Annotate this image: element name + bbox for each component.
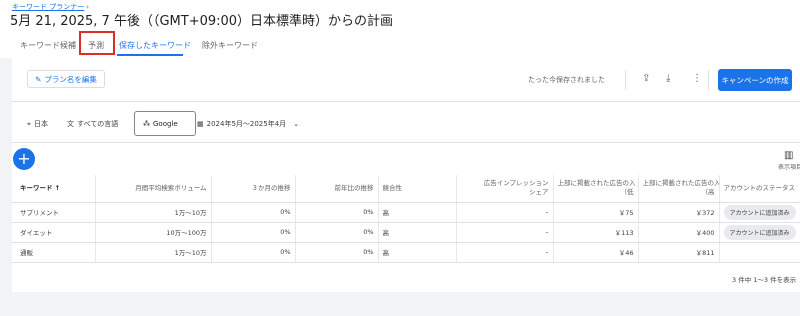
translate-icon: 文 xyxy=(67,120,74,128)
divider xyxy=(625,70,626,90)
column-header-bid-low[interactable]: 上部に掲載された広告の入 （低 xyxy=(553,175,639,203)
tab-negative-keywords[interactable]: 除外キーワード xyxy=(202,40,258,51)
columns-icon[interactable]: ▥ xyxy=(784,150,793,161)
bid-high-cell: ￥400 xyxy=(638,222,720,243)
download-icon[interactable]: ⤓ xyxy=(666,74,670,84)
status-cell: アカウントに追加済み xyxy=(719,202,800,223)
table-row[interactable]: 通販 1万～10万 0% 0% 高 – ￥46 ￥811 xyxy=(12,242,800,263)
column-header-competition[interactable]: 競合性 xyxy=(378,175,457,203)
competition-cell: 高 xyxy=(378,222,457,243)
tab-keyword-ideas[interactable]: キーワード候補 xyxy=(20,40,76,51)
keyword-cell: 通販 xyxy=(12,242,96,263)
status-badge: アカウントに追加済み xyxy=(723,224,796,240)
edit-plan-name-button[interactable]: ✎ プラン名を編集 xyxy=(27,70,105,88)
page-title: 5月 21, 2025, 7 午後（（GMT+09:00）日本標準時）からの計画 xyxy=(10,14,394,29)
column-header-bid-high[interactable]: 上部に掲載された広告の入 （高 xyxy=(638,175,720,203)
volume-cell: 1万～10万 xyxy=(95,242,212,263)
divider xyxy=(12,142,800,143)
tab-saved-keywords[interactable]: 保存したキーワード xyxy=(119,40,191,51)
bid-low-cell: ￥75 xyxy=(553,202,639,223)
column-header-status[interactable]: アカウントのステータス xyxy=(719,175,800,203)
bid-low-cell: ￥113 xyxy=(553,222,639,243)
competition-cell: 高 xyxy=(378,202,457,223)
three-month-cell: 0% xyxy=(211,222,296,243)
column-header-impression-share[interactable]: 広告インプレッション シェア xyxy=(456,175,554,203)
yoy-cell: 0% xyxy=(295,202,379,223)
save-status: たった今保存されました xyxy=(528,76,605,84)
impression-share-cell: – xyxy=(456,202,554,223)
sort-arrow-up-icon: ↑ xyxy=(54,183,61,192)
status-badge: アカウントに追加済み xyxy=(723,204,796,220)
pencil-icon: ✎ xyxy=(35,74,42,84)
column-header-volume[interactable]: 月間平均検索ボリューム xyxy=(95,175,212,203)
keyword-table: キーワード ↑ 月間平均検索ボリューム ３か月の推移 前年比の推移 競合性 広告… xyxy=(12,175,800,263)
table-header-row: キーワード ↑ 月間平均検索ボリューム ３か月の推移 前年比の推移 競合性 広告… xyxy=(12,175,800,203)
status-cell: アカウントに追加済み xyxy=(719,222,800,243)
volume-cell: 1万～10万 xyxy=(95,202,212,223)
active-tab-indicator xyxy=(117,54,183,56)
network-label: Google xyxy=(153,119,178,128)
column-header-yoy[interactable]: 前年比の推移 xyxy=(295,175,379,203)
location-label: 日本 xyxy=(33,120,48,128)
columns-label: 表示項目 xyxy=(778,164,800,171)
impression-share-cell: – xyxy=(456,222,554,243)
impression-share-cell: – xyxy=(456,242,554,263)
yoy-cell: 0% xyxy=(295,242,379,263)
more-vert-icon[interactable]: ⋮ xyxy=(692,74,702,84)
location-pin-icon: ⌖ xyxy=(27,119,31,128)
yoy-cell: 0% xyxy=(295,222,379,243)
keyword-cell: サプリメント xyxy=(12,202,96,223)
language-label: すべての言語 xyxy=(77,120,119,128)
table-row[interactable]: サプリメント 1万～10万 0% 0% 高 – ￥75 ￥372 アカウントに追… xyxy=(12,202,800,223)
network-icon: ⁂ xyxy=(143,119,150,128)
plus-icon: + xyxy=(17,149,31,168)
pagination-summary: 3 件中 1～3 件を表示 xyxy=(732,276,797,284)
language-filter[interactable]: 文すべての言語 xyxy=(67,119,118,129)
divider xyxy=(708,70,709,90)
divider xyxy=(12,101,800,102)
network-filter[interactable]: ⁂ Google xyxy=(134,111,196,136)
three-month-cell: 0% xyxy=(211,242,296,263)
competition-cell: 高 xyxy=(378,242,457,263)
add-keyword-button[interactable]: + xyxy=(13,148,35,170)
header: キーワード プランナー › 5月 21, 2025, 7 午後（（GMT+09:0… xyxy=(0,0,800,58)
bid-high-cell: ￥372 xyxy=(638,202,720,223)
location-filter[interactable]: ⌖ 日本 xyxy=(27,119,48,129)
highlight-box xyxy=(79,31,115,55)
create-campaign-button[interactable]: キャンペーンの作成 xyxy=(718,69,792,91)
bid-low-cell: ￥46 xyxy=(553,242,639,263)
date-range-label: 2024年5月～2025年4月 xyxy=(206,120,287,128)
calendar-icon: ▦ xyxy=(197,120,204,128)
column-header-three-month[interactable]: ３か月の推移 xyxy=(211,175,296,203)
status-cell xyxy=(719,242,800,263)
table-row[interactable]: ダイエット 10万～100万 0% 0% 高 – ￥113 ￥400 アカウント… xyxy=(12,222,800,243)
share-icon[interactable]: ⇪ xyxy=(642,74,650,84)
chevron-down-icon: ⌄ xyxy=(293,120,300,128)
keyword-cell: ダイエット xyxy=(12,222,96,243)
column-header-keyword[interactable]: キーワード ↑ xyxy=(12,175,96,203)
edit-plan-name-label: プラン名を編集 xyxy=(44,74,97,84)
three-month-cell: 0% xyxy=(211,202,296,223)
volume-cell: 10万～100万 xyxy=(95,222,212,243)
bid-high-cell: ￥811 xyxy=(638,242,720,263)
date-range-filter[interactable]: ▦ 2024年5月～2025年4月 ⌄ xyxy=(197,119,299,129)
